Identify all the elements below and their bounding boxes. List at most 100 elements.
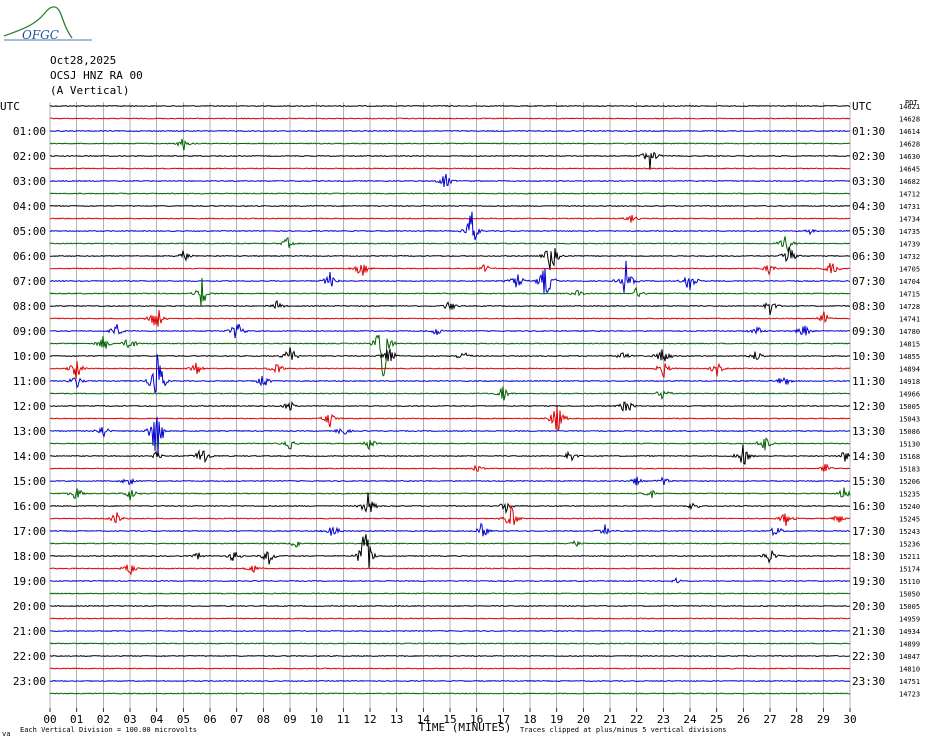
trace-value-label: 14734 (899, 216, 920, 224)
trace-value-label: 14735 (899, 228, 920, 236)
x-tick-label: 01 (70, 713, 83, 726)
trace-value-label: 15043 (899, 416, 920, 424)
trace-value-label: 14682 (899, 178, 920, 186)
trace-value-label: 14628 (899, 116, 920, 124)
right-hour-label: 13:30 (852, 425, 885, 438)
x-tick-label: 06 (203, 713, 216, 726)
date-label: Oct28,2025 (50, 54, 117, 67)
left-hour-label: 12:00 (13, 400, 46, 413)
x-tick-label: 07 (230, 713, 243, 726)
left-hour-label: 02:00 (13, 150, 46, 163)
left-hour-label: 05:00 (13, 225, 46, 238)
trace-value-label: 15245 (899, 516, 920, 524)
trace-value-axis: 14621 14628 14614 14628 14630 14645 14682 14712… (899, 103, 920, 699)
right-hour-label: 04:30 (852, 200, 885, 213)
left-hour-label: 20:00 (13, 600, 46, 613)
x-tick-label: 22 (630, 713, 643, 726)
x-tick-label: 04 (150, 713, 164, 726)
trace-value-label: 15236 (899, 541, 920, 549)
x-tick-label: 02 (97, 713, 110, 726)
left-hour-label: 17:00 (13, 525, 46, 538)
trace-value-label: 14959 (899, 616, 920, 624)
right-hour-label: 02:30 (852, 150, 885, 163)
x-tick-label: 03 (123, 713, 136, 726)
trace-value-label: 14894 (899, 366, 920, 374)
x-tick-label: 25 (710, 713, 723, 726)
right-hour-label: 11:30 (852, 375, 885, 388)
x-tick-label: 08 (257, 713, 270, 726)
x-tick-label: 20 (577, 713, 590, 726)
trace-value-label: 15130 (899, 441, 920, 449)
seismic-trace (49, 129, 850, 133)
trace-value-label: 14934 (899, 628, 920, 636)
left-hour-label: 23:00 (13, 675, 46, 688)
trace-value-label: 14780 (899, 328, 920, 336)
right-hour-label: 10:30 (852, 350, 885, 363)
trace-value-label: 15243 (899, 528, 920, 536)
left-hour-label: 18:00 (13, 550, 46, 563)
trace-value-label: 15050 (899, 591, 920, 599)
x-tick-label: 05 (177, 713, 190, 726)
x-tick-label: 12 (363, 713, 376, 726)
trace-value-label: 14621 (899, 103, 920, 111)
trace-value-label: 14855 (899, 353, 920, 361)
seismic-trace (49, 104, 851, 108)
left-hour-label: 07:00 (13, 275, 46, 288)
left-hour-label: 01:00 (13, 125, 46, 138)
trace-value-label: 15235 (899, 491, 920, 499)
seismic-trace (49, 642, 851, 645)
vertical-division-note: Each Vertical Division = 100.00 microvol… (20, 726, 198, 734)
trace-value-label: 14751 (899, 678, 920, 686)
trace-value-label: 14712 (899, 191, 920, 199)
right-hour-label: 07:30 (852, 275, 885, 288)
left-hour-label: 21:00 (13, 625, 46, 638)
seismic-trace (49, 692, 851, 695)
trace-value-label: 15211 (899, 553, 920, 561)
left-hour-label: 10:00 (13, 350, 46, 363)
trace-value-label: 14704 (899, 278, 920, 286)
right-hour-label: 17:30 (852, 525, 885, 538)
right-hour-label: 18:30 (852, 550, 885, 563)
trace-value-label: 14628 (899, 141, 920, 149)
trace-value-label: 15174 (899, 566, 920, 574)
left-hour-label: 15:00 (13, 475, 46, 488)
right-hour-label: 06:30 (852, 250, 885, 263)
trace-value-label: 14810 (899, 666, 920, 674)
station-label: OCSJ HNZ RA 00 (50, 69, 143, 82)
right-hour-label: 21:30 (852, 625, 885, 638)
x-tick-label: 21 (603, 713, 616, 726)
trace-value-label: 14899 (899, 641, 920, 649)
x-tick-label: 00 (43, 713, 56, 726)
right-hour-label: 03:30 (852, 175, 885, 188)
component-label: (A Vertical) (50, 84, 130, 97)
right-hour-label: 12:30 (852, 400, 885, 413)
right-hour-label: UTC (852, 100, 872, 113)
left-hour-label: 03:00 (13, 175, 46, 188)
left-hour-label: 16:00 (13, 500, 46, 513)
trace-value-label: 14728 (899, 303, 920, 311)
x-tick-label: 24 (683, 713, 697, 726)
x-tick-label: 29 (817, 713, 830, 726)
x-tick-label: 28 (790, 713, 803, 726)
trace-value-label: 14739 (899, 241, 920, 249)
x-tick-label: 27 (763, 713, 776, 726)
seismic-trace (49, 604, 851, 608)
trace-value-label: 14630 (899, 153, 920, 161)
x-tick-label: 10 (310, 713, 323, 726)
left-hour-label: 11:00 (13, 375, 46, 388)
x-tick-label: 30 (843, 713, 856, 726)
trace-value-label: 14731 (899, 203, 920, 211)
left-hour-label: UTC (0, 100, 20, 113)
trace-value-label: 14723 (899, 691, 920, 699)
logo-text: OFGC (22, 28, 59, 42)
trace-value-label: 15206 (899, 478, 920, 486)
right-hour-label: 23:30 (852, 675, 885, 688)
seismic-trace (49, 167, 851, 170)
left-hour-label: 04:00 (13, 200, 46, 213)
trace-value-label: 15240 (899, 503, 920, 511)
right-hour-label: 09:30 (852, 325, 885, 338)
trace-value-label: 15110 (899, 578, 920, 586)
right-hour-label: 15:30 (852, 475, 885, 488)
trace-value-label: 15005 (899, 403, 920, 411)
trace-value-label: 14741 (899, 316, 920, 324)
